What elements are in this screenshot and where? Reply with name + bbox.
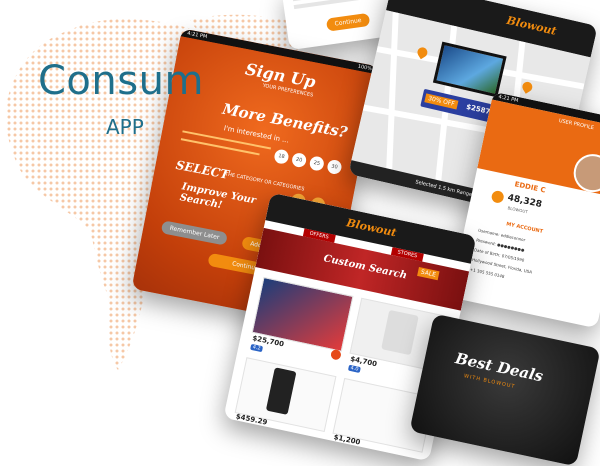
hero-subtitle: APP	[106, 115, 144, 139]
my-account-title: MY ACCOUNT	[505, 221, 544, 235]
product-rating-1: 4.2	[250, 343, 264, 353]
product-rating-2: 4.0	[347, 364, 361, 374]
profile-name: EDDIE C	[513, 180, 547, 195]
hero-title: Consum	[38, 58, 204, 104]
account-row-phone: +1 305 555 0148	[469, 266, 505, 279]
points-badge-icon	[490, 189, 505, 204]
top-continue-button[interactable]: Continue	[325, 12, 371, 32]
